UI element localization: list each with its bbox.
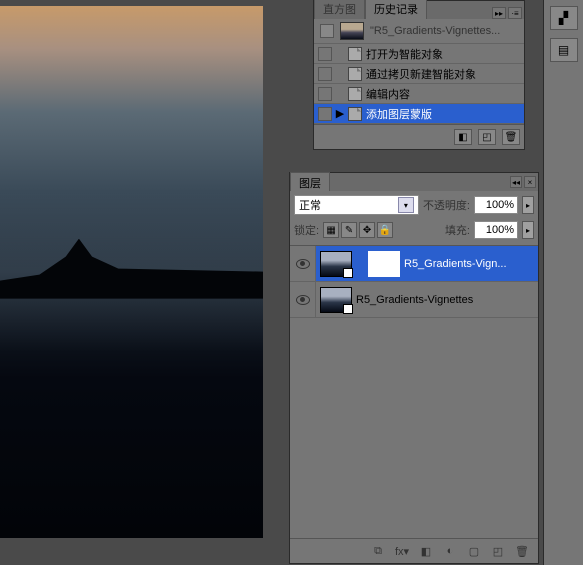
history-item-label: 编辑内容 — [366, 86, 410, 102]
panel-collapse-icon[interactable]: ◂◂ — [510, 176, 522, 188]
link-layers-icon[interactable]: ⧉ — [370, 544, 386, 558]
history-pointer-icon: ▶ — [336, 107, 344, 120]
layers-footer: ⧉ fx▾ ◧ ◐ ▢ ◰ 🗑 — [290, 538, 538, 563]
adjustment-layer-icon[interactable]: ◐ — [442, 544, 458, 558]
document-icon — [348, 107, 362, 121]
new-layer-icon[interactable]: ◰ — [490, 544, 506, 558]
history-tabbar: 直方图 历史记录 ▸▸ ·≡ — [314, 1, 524, 19]
lock-transparency-icon[interactable]: ▦ — [323, 222, 339, 238]
fill-flyout-icon[interactable]: ▸ — [522, 221, 534, 239]
lock-label: 锁定: — [294, 222, 319, 238]
panel-close-icon[interactable]: × — [524, 176, 536, 188]
opacity-input[interactable]: 100% — [474, 196, 518, 214]
layer-row-selected[interactable]: R5_Gradients-Vign... — [290, 246, 538, 282]
history-item-label: 打开为智能对象 — [366, 46, 443, 62]
delete-layer-icon[interactable]: 🗑 — [514, 544, 530, 558]
layer-mask-icon[interactable]: ◧ — [418, 544, 434, 558]
blend-mode-row: 正常 ▾ 不透明度: 100% ▸ — [290, 191, 538, 219]
layers-header: 图层 ◂◂ × — [290, 173, 538, 191]
layers-panel: 图层 ◂◂ × 正常 ▾ 不透明度: 100% ▸ 锁定: ▦ ✎ ✥ 🔒 填充… — [289, 172, 539, 564]
history-footer: ◧ ◰ 🗑 — [314, 124, 524, 149]
tab-layers[interactable]: 图层 — [290, 172, 330, 193]
tab-history[interactable]: 历史记录 — [365, 0, 427, 19]
history-item[interactable]: 通过拷贝新建智能对象 — [314, 64, 524, 84]
layer-row[interactable]: R5_Gradients-Vignettes — [290, 282, 538, 318]
layer-mask-thumbnail[interactable] — [368, 251, 400, 277]
eye-icon — [296, 295, 310, 305]
history-brush-icon[interactable] — [320, 24, 334, 38]
layer-style-icon[interactable]: fx▾ — [394, 544, 410, 558]
snapshot-thumb — [340, 22, 364, 40]
opacity-flyout-icon[interactable]: ▸ — [522, 196, 534, 214]
trash-icon[interactable]: 🗑 — [502, 129, 520, 145]
layer-visibility-toggle[interactable] — [290, 246, 316, 281]
history-slot — [318, 67, 332, 81]
blend-mode-value: 正常 — [299, 197, 321, 213]
panel-shortcut-icon[interactable]: ▤ — [550, 38, 578, 62]
lock-pixels-icon[interactable]: ✎ — [341, 222, 357, 238]
layer-visibility-toggle[interactable] — [290, 282, 316, 317]
smart-object-badge-icon — [343, 304, 353, 314]
histogram-shortcut-icon[interactable]: ▞ — [550, 6, 578, 30]
history-item-selected[interactable]: ▶ 添加图层蒙版 — [314, 104, 524, 124]
new-document-icon[interactable]: ◧ — [454, 129, 472, 145]
document-icon — [348, 67, 362, 81]
layers-list: R5_Gradients-Vign... R5_Gradients-Vignet… — [290, 246, 538, 538]
lock-row: 锁定: ▦ ✎ ✥ 🔒 填充: 100% ▸ — [290, 219, 538, 246]
opacity-label: 不透明度: — [423, 197, 470, 213]
layer-thumbnail[interactable] — [320, 251, 352, 277]
new-snapshot-icon[interactable]: ◰ — [478, 129, 496, 145]
snapshot-name: "R5_Gradients-Vignettes... — [370, 25, 500, 37]
new-group-icon[interactable]: ▢ — [466, 544, 482, 558]
layer-name: R5_Gradients-Vignettes — [356, 294, 473, 306]
document-icon — [348, 87, 362, 101]
layer-thumbnail[interactable] — [320, 287, 352, 313]
history-snapshot-row[interactable]: "R5_Gradients-Vignettes... — [314, 19, 524, 44]
smart-object-badge-icon — [343, 268, 353, 278]
fill-input[interactable]: 100% — [474, 221, 518, 239]
history-slot — [318, 87, 332, 101]
document-icon — [348, 47, 362, 61]
image-silhouette — [0, 239, 263, 299]
lock-all-icon[interactable]: 🔒 — [377, 222, 393, 238]
history-item[interactable]: 编辑内容 — [314, 84, 524, 104]
blend-mode-select[interactable]: 正常 ▾ — [294, 195, 419, 215]
layer-name: R5_Gradients-Vign... — [404, 258, 507, 270]
history-slot — [318, 107, 332, 121]
dropdown-arrow-icon: ▾ — [398, 197, 414, 213]
lock-position-icon[interactable]: ✥ — [359, 222, 375, 238]
fill-label: 填充: — [445, 222, 470, 238]
history-item[interactable]: 打开为智能对象 — [314, 44, 524, 64]
panel-menu-icon[interactable]: ▸▸ — [492, 7, 506, 19]
history-item-label: 通过拷贝新建智能对象 — [366, 66, 476, 82]
history-item-label: 添加图层蒙版 — [366, 106, 432, 122]
history-panel: 直方图 历史记录 ▸▸ ·≡ "R5_Gradients-Vignettes..… — [313, 0, 525, 150]
tab-histogram[interactable]: 直方图 — [314, 0, 365, 19]
right-dock: ▞ ▤ — [543, 0, 583, 565]
eye-icon — [296, 259, 310, 269]
history-body: "R5_Gradients-Vignettes... 打开为智能对象 通过拷贝新… — [314, 19, 524, 149]
canvas-image — [0, 6, 263, 538]
history-slot — [318, 47, 332, 61]
panel-minimize-icon[interactable]: ·≡ — [508, 7, 522, 19]
